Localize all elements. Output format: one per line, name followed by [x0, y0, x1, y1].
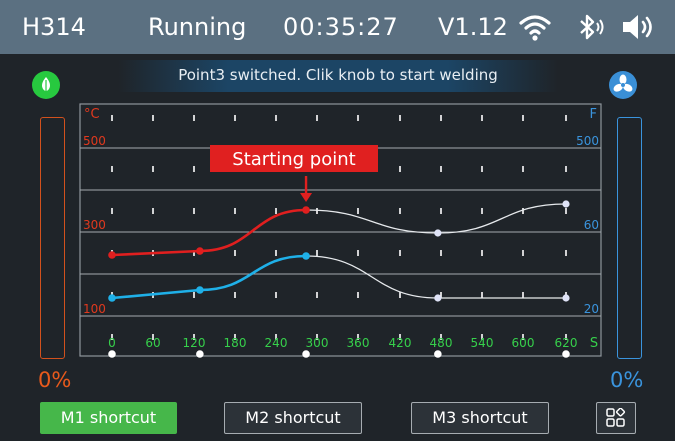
- series-point: [562, 294, 570, 302]
- series-line-pending: [306, 255, 566, 299]
- segment-marker: [434, 350, 442, 358]
- series-point: [302, 206, 310, 214]
- x-tick-label: 180: [224, 336, 247, 350]
- series-point: [196, 286, 204, 294]
- segment-marker: [302, 350, 310, 358]
- plot-frame: [79, 103, 602, 357]
- right-tick-label: 500: [576, 134, 599, 148]
- callout-arrow-head: [300, 193, 313, 202]
- segment-marker: [562, 350, 570, 358]
- segment-marker: [108, 350, 116, 358]
- series-point: [434, 294, 442, 302]
- series-point: [108, 294, 116, 302]
- x-tick-label: 540: [471, 336, 494, 350]
- right-axis-unit: F: [590, 107, 597, 122]
- x-tick-label: 300: [306, 336, 329, 350]
- x-tick-label: 600: [512, 336, 535, 350]
- x-tick-label: 0: [108, 336, 116, 350]
- series-point: [302, 252, 310, 260]
- series-point: [196, 247, 204, 255]
- series-point: [562, 200, 570, 208]
- left-tick-label: 100: [83, 302, 106, 316]
- left-axis-unit: °C: [84, 107, 100, 122]
- series-point: [108, 251, 116, 259]
- segment-marker: [196, 350, 204, 358]
- series-line-pending: [306, 203, 567, 234]
- welding-profile-chart: 0 60 120 180 240 300 360 420 480 540 600 620 S °C 500 3…: [79, 103, 602, 358]
- right-tick-label: 20: [584, 302, 599, 316]
- x-tick-label: 120: [183, 336, 206, 350]
- series-line-active: [111, 254, 307, 300]
- menu-grid-button[interactable]: [596, 402, 636, 434]
- x-tick-label: 620: [555, 336, 578, 350]
- starting-point-label: Starting point: [232, 149, 355, 170]
- left-tick-label: 500: [83, 134, 106, 148]
- right-tick-label: 60: [584, 218, 599, 232]
- x-tick-label: 360: [347, 336, 370, 350]
- series-point: [434, 229, 442, 237]
- x-tick-label: 240: [265, 336, 288, 350]
- left-tick-label: 300: [83, 218, 106, 232]
- m3-shortcut-button[interactable]: M3 shortcut: [411, 402, 549, 434]
- x-tick-label: 420: [389, 336, 412, 350]
- x-tick-label: 480: [430, 336, 453, 350]
- x-tick-label: 60: [145, 336, 160, 350]
- m2-shortcut-button[interactable]: M2 shortcut: [224, 402, 362, 434]
- apps-grid-icon: [606, 408, 625, 427]
- m1-shortcut-button[interactable]: M1 shortcut: [40, 402, 177, 434]
- x-axis-unit: S: [590, 336, 598, 351]
